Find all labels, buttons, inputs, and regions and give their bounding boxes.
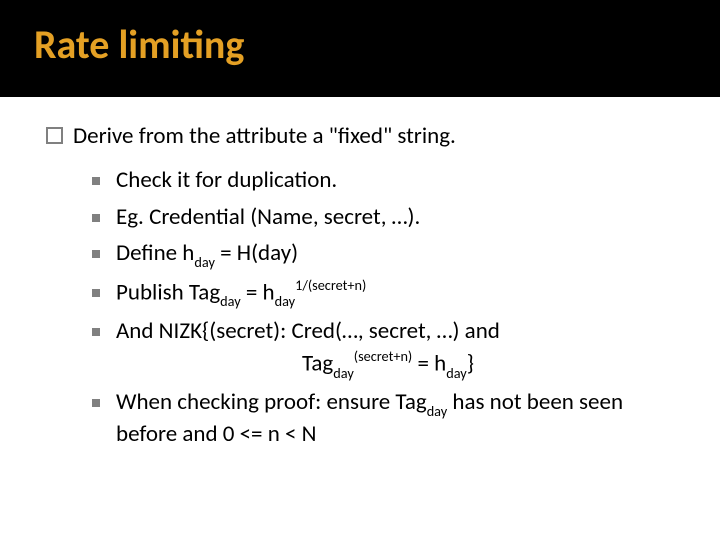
title-bar: Rate limiting	[0, 0, 720, 97]
list-item: Publish Tagday = hday1/(secret+n)	[92, 277, 680, 310]
slide-title: Rate limiting	[34, 20, 720, 69]
square-bullet-icon	[92, 177, 100, 185]
square-bullet-icon	[92, 250, 100, 258]
list-item: When checking proof: ensure Tagday has n…	[92, 387, 680, 450]
square-bullet-icon	[92, 214, 100, 222]
square-bullet-icon	[92, 289, 100, 297]
main-bullet-text: Derive from the attribute a "fixed" stri…	[73, 121, 456, 151]
square-bullet-icon	[92, 328, 100, 336]
slide-content: Derive from the attribute a "fixed" stri…	[0, 97, 720, 450]
list-item: Check it for duplication.	[92, 165, 680, 195]
list-item-text: Publish Tagday = hday1/(secret+n)	[116, 277, 680, 310]
main-bullet: Derive from the attribute a "fixed" stri…	[46, 121, 680, 151]
square-bullet-icon	[92, 399, 100, 407]
list-item-text: Check it for duplication.	[116, 165, 680, 195]
list-item-text: Define hday = H(day)	[116, 238, 680, 270]
list-item: Eg. Credential (Name, secret, …).	[92, 202, 680, 232]
list-item-text: Eg. Credential (Name, secret, …).	[116, 202, 680, 232]
list-item-text: And NIZK{(secret): Cred(…, secret, …) an…	[116, 316, 680, 346]
list-item: Define hday = H(day)	[92, 238, 680, 270]
list-item-text: When checking proof: ensure Tagday has n…	[116, 387, 680, 450]
list-item: And NIZK{(secret): Cred(…, secret, …) an…	[92, 316, 680, 346]
sub-bullet-list: Check it for duplication. Eg. Credential…	[92, 165, 680, 449]
hollow-square-icon	[46, 127, 63, 144]
list-item-continuation: Tagday(secret+n) = hday}	[302, 348, 680, 381]
